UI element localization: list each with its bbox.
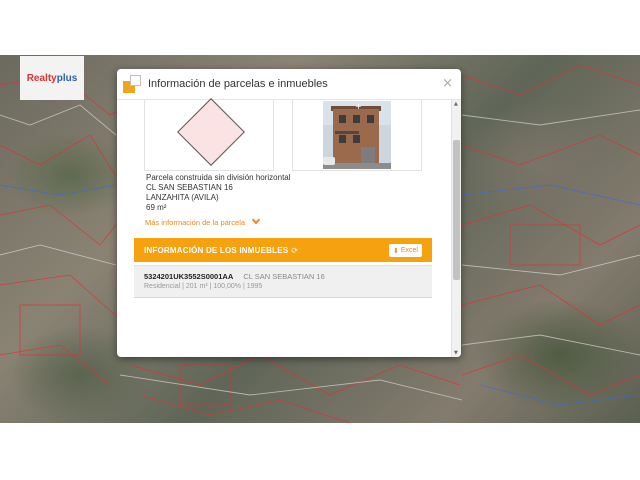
- logo-text-secondary: plus: [56, 72, 78, 84]
- panel-title: Información de parcelas e inmuebles: [148, 78, 328, 90]
- realtyplus-logo[interactable]: Realtyplus: [20, 56, 84, 100]
- panel-scrollbar[interactable]: ▲ ▼: [451, 100, 461, 357]
- properties-header: INFORMACIÓN DE LOS INMUEBLES ⟳ ⬇ Excel: [134, 238, 432, 262]
- excel-export-button[interactable]: ⬇ Excel: [389, 244, 422, 257]
- building-photo: +: [323, 101, 391, 169]
- scroll-down-arrow-icon[interactable]: ▼: [454, 350, 458, 356]
- scroll-up-arrow-icon[interactable]: ▲: [454, 101, 458, 107]
- parcel-address: CL SAN SEBASTIAN 16: [146, 183, 233, 192]
- list-item[interactable]: 5324201UK3552S0001AA CL SAN SEBASTIAN 16…: [134, 265, 432, 298]
- parcel-shape-thumbnail[interactable]: [144, 98, 274, 171]
- scrollbar-thumb[interactable]: [453, 140, 460, 280]
- download-icon: ⬇: [393, 247, 399, 255]
- parcel-info-panel: Información de parcelas e inmuebles × ▲ …: [117, 69, 461, 357]
- parcel-details: Parcela construida sin división horizont…: [146, 173, 291, 213]
- parcel-outline-shape: [177, 98, 245, 166]
- parcel-locality: LANZAHITA (AVILA): [146, 193, 219, 202]
- panel-header: Información de parcelas e inmuebles ×: [117, 69, 461, 100]
- logo-text-primary: Realty: [26, 72, 57, 84]
- property-details: Residencial | 201 m² | 100,00% | 1995: [144, 283, 263, 290]
- close-icon[interactable]: ×: [442, 76, 453, 91]
- parcel-area: 69 m²: [146, 203, 167, 212]
- cadastral-reference-link[interactable]: 5324201UK3552S0001AA: [144, 272, 233, 281]
- parcel-layers-icon: [123, 75, 141, 93]
- parcel-description: Parcela construida sin división horizont…: [146, 173, 291, 182]
- chevron-down-icon: [251, 215, 261, 225]
- property-address: CL SAN SEBASTIAN 16: [243, 272, 325, 281]
- excel-button-label: Excel: [400, 247, 418, 254]
- building-photo-thumbnail[interactable]: +: [292, 100, 422, 171]
- zoom-plus-icon[interactable]: +: [355, 102, 362, 111]
- more-parcel-info-link[interactable]: Más información de la parcela: [145, 215, 261, 227]
- properties-header-title: INFORMACIÓN DE LOS INMUEBLES: [144, 245, 289, 255]
- more-info-label: Más información de la parcela: [145, 218, 246, 227]
- refresh-icon[interactable]: ⟳: [291, 246, 298, 255]
